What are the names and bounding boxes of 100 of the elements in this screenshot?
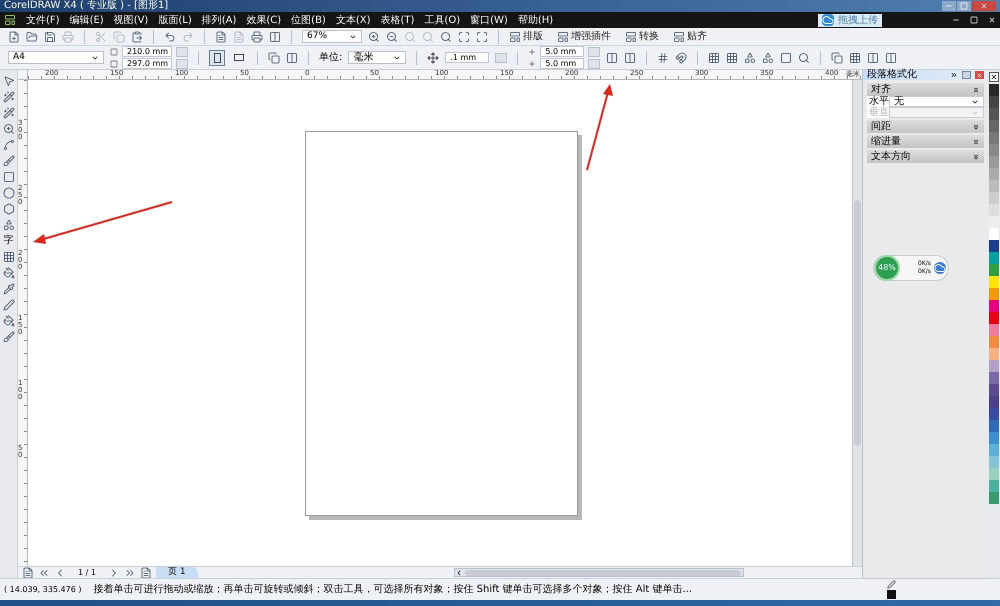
page-tab[interactable]: 页 1	[156, 567, 198, 578]
color-swatch[interactable]	[989, 192, 999, 204]
fill-bucket-icon[interactable]	[2, 315, 14, 327]
save-icon[interactable]	[44, 30, 56, 42]
color-swatch[interactable]	[989, 360, 999, 372]
color-swatch[interactable]	[989, 216, 999, 228]
color-swatch[interactable]	[989, 420, 999, 432]
outline-pen-icon[interactable]	[2, 299, 14, 311]
color-swatch[interactable]	[989, 336, 999, 348]
vertical-scrollbar[interactable]	[852, 80, 862, 566]
menu-item[interactable]: 位图(B)	[291, 12, 326, 28]
menu-item[interactable]: 窗口(W)	[470, 12, 508, 28]
menu-item[interactable]: 效果(C)	[246, 12, 282, 28]
color-swatch[interactable]	[989, 468, 999, 480]
paste-icon[interactable]	[131, 30, 143, 42]
section-header[interactable]: 缩进量	[867, 135, 984, 148]
rectangle-tool-icon[interactable]	[2, 171, 14, 183]
objects-icon[interactable]	[744, 52, 756, 64]
restore-icon[interactable]	[970, 16, 978, 24]
outline-pen-icon[interactable]	[887, 580, 896, 589]
menu-item[interactable]: 排列(A)	[202, 12, 236, 28]
docker-minimize-button[interactable]	[962, 71, 971, 79]
zoom-out-icon[interactable]	[386, 30, 398, 42]
unit-dropdown[interactable]: 毫米	[348, 51, 406, 64]
shape-tool-icon[interactable]	[2, 91, 14, 103]
guidelines-icon[interactable]	[726, 52, 738, 64]
menu-item[interactable]: 版面(L)	[158, 12, 192, 28]
collapse-icon[interactable]	[950, 71, 958, 79]
cloud-icon[interactable]	[934, 262, 946, 274]
menu-item[interactable]: 帮助(H)	[518, 12, 554, 28]
snap-icon[interactable]	[675, 52, 688, 64]
no-color-swatch[interactable]	[989, 72, 999, 82]
text-tool[interactable]: 字	[4, 235, 14, 247]
width-field[interactable]: 210.0 mm	[122, 46, 172, 57]
zoom-dropdown[interactable]: 67%	[302, 30, 362, 43]
height-field[interactable]: 297.0 mm	[122, 58, 172, 69]
color-swatch[interactable]	[989, 180, 999, 192]
shapes-tool-icon[interactable]	[2, 219, 14, 231]
curve-tool-icon[interactable]	[2, 139, 14, 151]
zoom-tool-icon[interactable]	[2, 123, 14, 135]
new-file-icon[interactable]	[8, 30, 20, 42]
color-swatch[interactable]	[989, 288, 999, 300]
color-swatch[interactable]	[989, 252, 999, 264]
color-swatch[interactable]	[989, 108, 999, 120]
all-pages-icon[interactable]	[268, 52, 280, 64]
close-icon[interactable]	[988, 16, 996, 24]
horizontal-scrollbar[interactable]	[454, 568, 744, 577]
color-swatch[interactable]	[989, 456, 999, 468]
add-page-icon[interactable]	[140, 566, 152, 578]
menu-item[interactable]: 视图(V)	[114, 12, 148, 28]
color-swatch[interactable]	[989, 132, 999, 144]
menu-item[interactable]: 文件(F)	[26, 12, 60, 28]
color-swatch[interactable]	[989, 84, 999, 96]
grid-icon[interactable]	[708, 52, 720, 64]
color-swatch[interactable]	[989, 168, 999, 180]
color-swatch[interactable]	[989, 324, 999, 336]
menu-item[interactable]: 编辑(E)	[70, 12, 104, 28]
snap-objects-icon[interactable]	[762, 52, 774, 64]
paper-size-dropdown[interactable]: A4	[8, 51, 104, 64]
page-layout-icon[interactable]	[624, 52, 636, 64]
color-swatch[interactable]	[989, 480, 999, 492]
color-swatch[interactable]	[989, 240, 999, 252]
section-header[interactable]: 对齐	[867, 83, 984, 96]
color-swatch[interactable]	[989, 96, 999, 108]
color-swatch[interactable]	[989, 156, 999, 168]
color-swatch[interactable]	[989, 204, 999, 216]
polygon-tool-icon[interactable]	[2, 203, 14, 215]
color-swatch[interactable]	[989, 492, 999, 504]
toolbar-button[interactable]: 排版	[509, 29, 551, 44]
add-page-icon[interactable]	[22, 566, 34, 578]
menu-item[interactable]: 文本(X)	[336, 12, 370, 28]
color-swatch[interactable]	[989, 444, 999, 456]
docker-close-button[interactable]	[975, 71, 984, 79]
toolbar-button[interactable]: 贴齐	[673, 29, 715, 44]
zoom-icon[interactable]	[440, 30, 452, 42]
color-swatch[interactable]	[989, 384, 999, 396]
upload-button[interactable]: 拖拽上传	[818, 14, 882, 26]
color-swatch[interactable]	[989, 276, 999, 288]
color-swatch[interactable]	[989, 396, 999, 408]
color-swatch[interactable]	[989, 408, 999, 420]
brush-icon[interactable]	[2, 155, 14, 167]
menu-item[interactable]: 表格(T)	[380, 12, 414, 28]
color-swatch[interactable]	[989, 372, 999, 384]
portrait-button[interactable]	[209, 50, 225, 66]
folder-icon[interactable]	[26, 30, 38, 42]
nudge-field[interactable]: .1 mm	[445, 52, 490, 63]
zoom-in-icon[interactable]	[368, 30, 380, 42]
eyedropper-icon[interactable]	[2, 283, 14, 295]
section-header[interactable]: 间距	[867, 120, 984, 133]
color-swatch[interactable]	[989, 348, 999, 360]
menu-item[interactable]: 工具(O)	[424, 12, 460, 28]
toolbar-button[interactable]: 增强插件	[557, 29, 619, 44]
section-header[interactable]: 文本方向	[867, 150, 984, 163]
duplicate-y-field[interactable]: 5.0 mm	[540, 58, 584, 69]
color-swatch[interactable]	[989, 312, 999, 324]
zoom-icon[interactable]	[798, 52, 810, 64]
color-swatch[interactable]	[989, 228, 999, 240]
color-swatch[interactable]	[989, 264, 999, 276]
fit-page-icon[interactable]	[458, 30, 470, 42]
ellipse-tool-icon[interactable]	[2, 187, 14, 199]
